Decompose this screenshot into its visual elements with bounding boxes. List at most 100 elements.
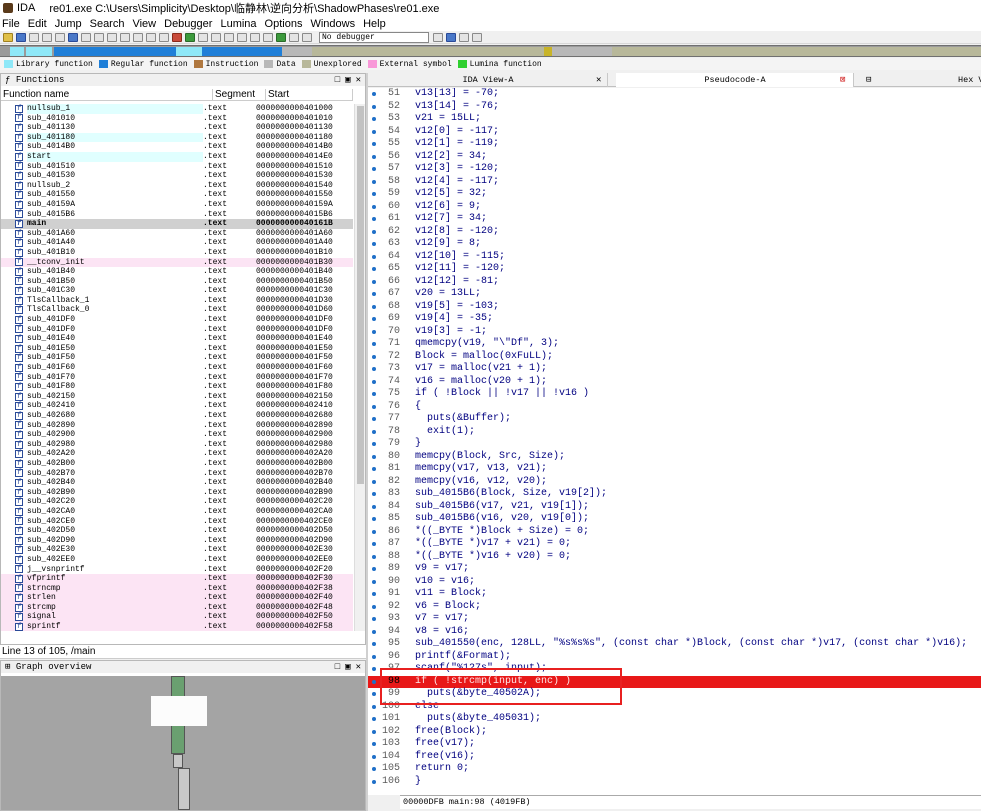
close-icon[interactable]: ✕	[356, 662, 361, 672]
code-line[interactable]: 63 v12[9] = 8;	[368, 238, 981, 251]
function-row[interactable]: f sub_402D90 .text 0000000000402D90	[1, 536, 353, 546]
back-icon[interactable]	[29, 32, 39, 42]
code-line[interactable]: 60 v12[6] = 9;	[368, 201, 981, 214]
code-line[interactable]: 61 v12[7] = 34;	[368, 213, 981, 226]
function-row[interactable]: f sub_401550 .text 0000000000401550	[1, 190, 353, 200]
function-row[interactable]: f TlsCallback_1 .text 0000000000401D30	[1, 296, 353, 306]
code-line[interactable]: 66 v12[12] = -81;	[368, 276, 981, 289]
float-icon[interactable]: ▣	[345, 75, 350, 85]
function-row[interactable]: f j__vsnprintf .text 0000000000402F20	[1, 565, 353, 575]
code-line[interactable]: 104 free(v16);	[368, 751, 981, 764]
data-icon[interactable]	[133, 32, 143, 42]
code-line[interactable]: 86 *((_BYTE *)Block + Size) = 0;	[368, 526, 981, 539]
menu-edit[interactable]: Edit	[28, 18, 47, 30]
function-row[interactable]: f sub_401E40 .text 0000000000401E40	[1, 334, 353, 344]
tab-pseudocode-a[interactable]: Pseudocode-A ⊠	[616, 73, 854, 87]
function-row[interactable]: f sub_402CA0 .text 0000000000402CA0	[1, 507, 353, 517]
function-row[interactable]: f nullsub_2 .text 0000000000401540	[1, 181, 353, 191]
function-row[interactable]: f sub_402B00 .text 0000000000402B00	[1, 459, 353, 469]
restore-icon[interactable]: □	[335, 75, 340, 85]
menu-view[interactable]: View	[132, 18, 156, 30]
function-row[interactable]: f __tconv_init .text 0000000000401B30	[1, 257, 353, 268]
function-row[interactable]: f start .text 00000000004014E0	[1, 151, 353, 162]
code-line[interactable]: 56 v12[2] = 34;	[368, 151, 981, 164]
menu-file[interactable]: File	[2, 18, 20, 30]
code-line[interactable]: 55 v12[1] = -119;	[368, 138, 981, 151]
function-row[interactable]: f sub_402EE0 .text 0000000000402EE0	[1, 555, 353, 565]
tab-ida-view-a[interactable]: IDA View-A ✕	[368, 73, 608, 87]
text-search-icon[interactable]	[94, 32, 104, 42]
function-row[interactable]: f nullsub_1 .text 0000000000401000	[1, 104, 353, 114]
functions-scrollbar[interactable]	[354, 104, 365, 631]
function-row[interactable]: f sprintf .text 0000000000402F58	[1, 622, 353, 631]
code-line[interactable]: 92 v6 = Block;	[368, 601, 981, 614]
function-row[interactable]: f strncmp .text 0000000000402F38	[1, 583, 353, 594]
function-row[interactable]: f sub_402900 .text 0000000000402900	[1, 430, 353, 440]
code-line[interactable]: 53 v21 = 15LL;	[368, 113, 981, 126]
graph-icon[interactable]	[172, 32, 182, 42]
code-line[interactable]: 88 *((_BYTE *)v16 + v20) = 0;	[368, 551, 981, 564]
menu-jump[interactable]: Jump	[55, 18, 82, 30]
function-row[interactable]: f sub_401C30 .text 0000000000401C30	[1, 286, 353, 296]
function-row[interactable]: f sub_401010 .text 0000000000401010	[1, 114, 353, 124]
breakpoint-icon[interactable]	[250, 32, 260, 42]
help-icon[interactable]	[446, 32, 456, 42]
code-line[interactable]: 83 sub_4015B6(Block, Size, v19[2]);	[368, 488, 981, 501]
float-icon[interactable]: ▣	[345, 662, 350, 672]
col-start[interactable]: Start	[266, 89, 353, 100]
struct-icon[interactable]	[224, 32, 234, 42]
window-icon[interactable]	[472, 32, 482, 42]
code-line[interactable]: 69 v19[4] = -35;	[368, 313, 981, 326]
close-icon[interactable]: ⊠	[840, 73, 845, 87]
search-icon[interactable]	[68, 32, 78, 42]
col-segment[interactable]: Segment	[213, 89, 266, 100]
forward-icon[interactable]	[42, 32, 52, 42]
function-row[interactable]: f strcmp .text 0000000000402F48	[1, 602, 353, 613]
tab-hex-view[interactable]: ⊟ Hex View-1	[862, 73, 981, 87]
menu-search[interactable]: Search	[90, 18, 125, 30]
code-line[interactable]: 95 sub_401550(enc, 128LL, "%s%s%s", (cons…	[368, 638, 981, 651]
navigation-band[interactable]	[0, 45, 981, 57]
function-row[interactable]: f sub_401A60 .text 0000000000401A60	[1, 229, 353, 239]
function-row[interactable]: f sub_402E30 .text 0000000000402E30	[1, 545, 353, 555]
code-line[interactable]: 71 qmemcpy(v19, "\"Df", 3);	[368, 338, 981, 351]
function-row[interactable]: f strlen .text 0000000000402F40	[1, 593, 353, 603]
function-row[interactable]: f sub_401180 .text 0000000000401180	[1, 132, 353, 143]
code-line[interactable]: 67 v20 = 13LL;	[368, 288, 981, 301]
col-function-name[interactable]: Function name	[1, 89, 213, 100]
code-line[interactable]: 105 return 0;	[368, 763, 981, 776]
function-row[interactable]: f sub_401B40 .text 0000000000401B40	[1, 267, 353, 277]
code-line[interactable]: 59 v12[5] = 32;	[368, 188, 981, 201]
function-row[interactable]: f sub_40159A .text 000000000040159A	[1, 200, 353, 210]
watch-icon[interactable]	[263, 32, 273, 42]
function-row[interactable]: f sub_402B70 .text 0000000000402B70	[1, 469, 353, 479]
function-row[interactable]: f main .text 000000000040161B	[1, 219, 353, 229]
code-line[interactable]: 65 v12[11] = -120;	[368, 263, 981, 276]
search-next-icon[interactable]	[81, 32, 91, 42]
code-line[interactable]: 106}	[368, 776, 981, 789]
code-line[interactable]: 72 Block = malloc(0xFuLL);	[368, 351, 981, 364]
function-row[interactable]: f vfprintf .text 0000000000402F30	[1, 574, 353, 584]
code-line[interactable]: 103 free(v17);	[368, 738, 981, 751]
string-icon[interactable]	[146, 32, 156, 42]
code-line[interactable]: 54 v12[0] = -117;	[368, 126, 981, 139]
graph-overview-canvas[interactable]	[1, 676, 365, 810]
function-row[interactable]: f sub_402B40 .text 0000000000402B40	[1, 478, 353, 488]
open-icon[interactable]	[3, 32, 13, 42]
code-line[interactable]: 81 memcpy(v17, v13, v21);	[368, 463, 981, 476]
code-line[interactable]: 85 sub_4015B6(v16, v20, v19[0]);	[368, 513, 981, 526]
function-row[interactable]: f sub_401DF0 .text 0000000000401DF0	[1, 325, 353, 335]
function-row[interactable]: f sub_401130 .text 0000000000401130	[1, 123, 353, 133]
function-row[interactable]: f sub_402A20 .text 0000000000402A20	[1, 449, 353, 459]
code-line[interactable]: 75 if ( !Block || !v17 || !v16 )	[368, 388, 981, 401]
code-line[interactable]: 52 v13[14] = -76;	[368, 101, 981, 114]
function-row[interactable]: f sub_401F50 .text 0000000000401F50	[1, 353, 353, 363]
function-row[interactable]: f sub_401B10 .text 0000000000401B10	[1, 248, 353, 258]
code-line[interactable]: 74 v16 = malloc(v20 + 1);	[368, 376, 981, 389]
code-line[interactable]: 94 v8 = v16;	[368, 626, 981, 639]
function-row[interactable]: f sub_401F60 .text 0000000000401F60	[1, 363, 353, 373]
function-row[interactable]: f sub_401B50 .text 0000000000401B50	[1, 277, 353, 287]
code-line[interactable]: 64 v12[10] = -115;	[368, 251, 981, 264]
code-line[interactable]: 62 v12[8] = -120;	[368, 226, 981, 239]
code-line[interactable]: 89 v9 = v17;	[368, 563, 981, 576]
